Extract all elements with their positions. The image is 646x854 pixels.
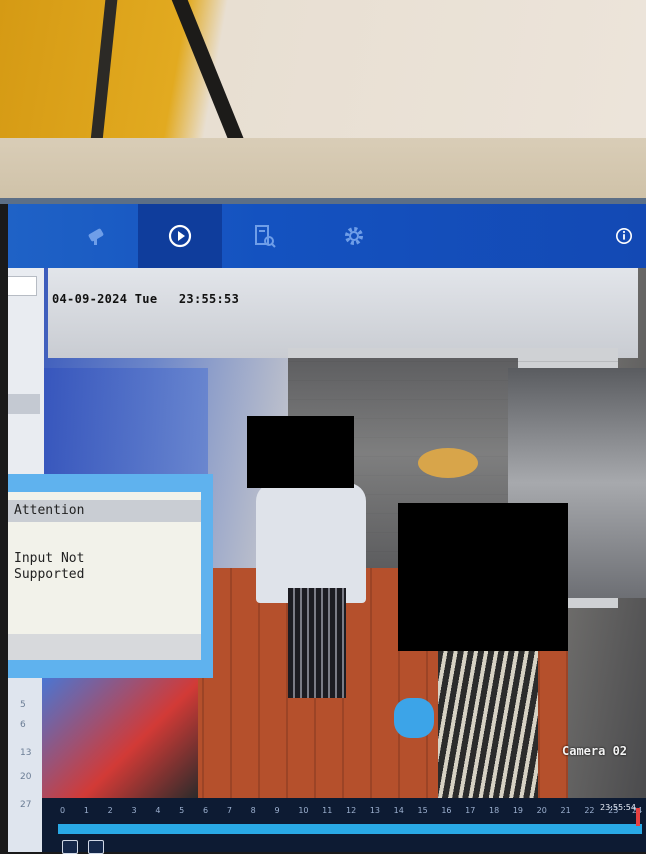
timeline-hour-tick: 21 — [560, 806, 571, 815]
dialog-title-bar: Attention — [8, 500, 201, 522]
scene-ceiling — [48, 268, 638, 358]
osd-day: Tue — [134, 292, 158, 306]
calendar-day-number: 5 — [20, 700, 26, 710]
dialog-footer — [8, 634, 201, 660]
osd-timestamp: 04-09-2024 Tue 23:55:53 — [52, 292, 239, 306]
timeline-hour-tick: 20 — [536, 806, 547, 815]
dialog-message-line: Input Not — [14, 551, 85, 566]
timeline-hour-tick: 0 — [60, 806, 66, 815]
toolbar-settings[interactable] — [312, 204, 396, 268]
timeline-hour-tick: 17 — [465, 806, 476, 815]
timeline-hour-tick: 11 — [322, 806, 333, 815]
file-search-icon — [255, 225, 276, 248]
timeline-hour-tick: 16 — [441, 806, 452, 815]
dialog-message-line: Supported — [14, 567, 85, 582]
timeline-hour-tick: 14 — [393, 806, 404, 815]
main-toolbar — [8, 204, 646, 268]
osd-camera-label: Camera 02 — [562, 744, 628, 758]
scene-blue-glove — [394, 698, 434, 738]
toolbar-live-view[interactable] — [54, 204, 138, 268]
monitor-top-ledge — [0, 138, 646, 200]
timeline-hour-tick: 8 — [250, 806, 256, 815]
timeline-cursor[interactable] — [636, 808, 641, 826]
calendar-day-number: 20 — [20, 772, 32, 782]
settings-gear-icon — [345, 227, 363, 245]
timeline-current-time: 23:55:54 — [600, 803, 636, 812]
timeline-hour-tick: 1 — [83, 806, 89, 815]
toolbar-playback[interactable] — [138, 204, 222, 268]
timeline-hour-tick: 2 — [107, 806, 113, 815]
timeline-hour-tick: 15 — [417, 806, 428, 815]
timeline-hour-tick: 13 — [369, 806, 381, 815]
osd-date: 04-09-2024 — [52, 292, 128, 306]
dialog-message: Input Not Supported — [14, 551, 164, 583]
info-button[interactable] — [612, 224, 636, 248]
info-icon — [615, 227, 633, 245]
live-view-camera-icon — [88, 228, 104, 245]
timeline-hour-tick: 10 — [298, 806, 309, 815]
left-panel-selected-row[interactable] — [8, 394, 40, 414]
scene-person-striped-shirt — [438, 648, 538, 798]
timeline-hour-tick: 7 — [226, 806, 232, 815]
calendar-day-number: 27 — [20, 800, 32, 810]
playback-icon — [168, 224, 192, 248]
timeline-hour-tick: 18 — [489, 806, 500, 815]
timeline-hour-tick: 4 — [155, 806, 161, 815]
calendar-day-number: 13 — [20, 748, 32, 758]
calendar-day-number: 6 — [20, 720, 26, 730]
timeline-recording-bar[interactable] — [58, 824, 642, 834]
scene-person-white-shirt — [256, 483, 366, 603]
timeline-hour-tick: 12 — [346, 806, 357, 815]
redaction-box — [247, 416, 354, 488]
timeline-hour-tick: 6 — [203, 806, 209, 815]
timeline-hour-tick: 9 — [274, 806, 280, 815]
timeline-hour-tick: 3 — [131, 806, 137, 815]
redaction-box — [398, 503, 568, 651]
dialog-title: Attention — [14, 503, 85, 518]
osd-time: 23:55:53 — [178, 292, 240, 306]
scene-counter-corner — [38, 668, 198, 798]
timeline-hour-tick: 19 — [512, 806, 524, 815]
timeline-hour-tick: 22 — [584, 806, 595, 815]
scene-apron — [288, 588, 346, 698]
scene-pan — [418, 448, 478, 478]
timeline-hour-tick: 5 — [179, 806, 185, 815]
left-panel — [8, 268, 44, 478]
toolbar-file-search[interactable] — [222, 204, 306, 268]
left-panel-field[interactable] — [8, 276, 37, 296]
